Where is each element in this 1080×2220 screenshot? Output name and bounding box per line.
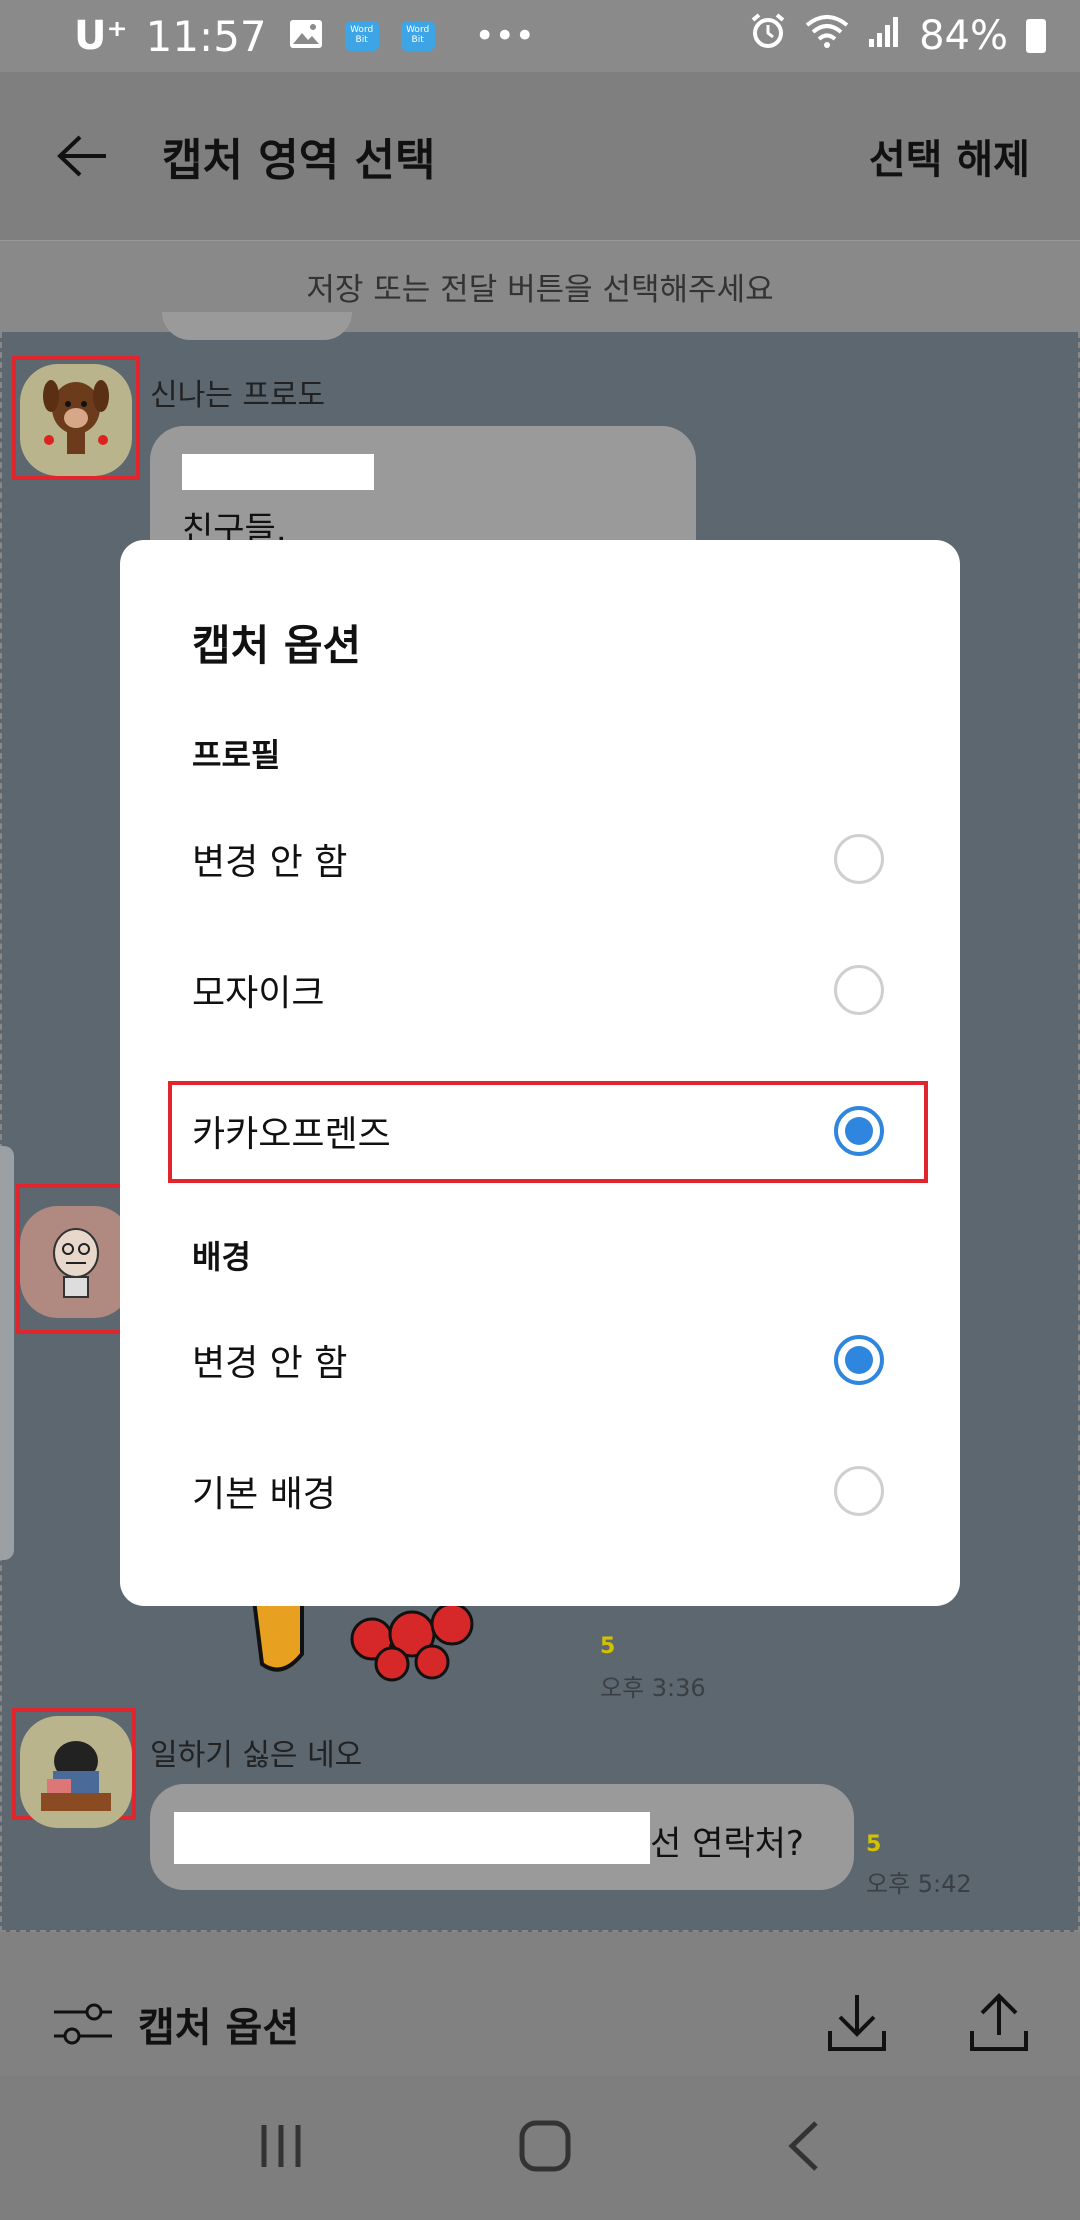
- deselect-button[interactable]: 선택 해제: [869, 127, 1030, 185]
- redacted-text: [182, 454, 374, 490]
- download-button[interactable]: [826, 1991, 888, 2057]
- radio-button[interactable]: [834, 965, 884, 1015]
- more-notifications-icon: •••: [474, 16, 535, 56]
- message-text: 선 연락처?: [650, 1824, 804, 1864]
- capture-options-label: 캡처 옵션: [138, 2005, 300, 2051]
- wifi-icon: [805, 13, 849, 59]
- section-background: 배경: [192, 1238, 251, 1276]
- gallery-icon: [289, 19, 323, 53]
- status-time: 11:57: [145, 11, 267, 61]
- radio-button-selected[interactable]: [834, 1335, 884, 1385]
- option-background-no-change[interactable]: 변경 안 함: [120, 1295, 960, 1425]
- share-icon: [970, 1993, 1028, 2051]
- option-label: 변경 안 함: [192, 1343, 348, 1384]
- option-label: 기본 배경: [192, 1474, 336, 1515]
- radio-button[interactable]: [834, 834, 884, 884]
- back-button[interactable]: [52, 126, 112, 186]
- option-label: 변경 안 함: [192, 842, 348, 883]
- message-bubble: 선 연락처?: [150, 1784, 854, 1890]
- signal-icon: [867, 13, 901, 59]
- capture-options-button[interactable]: 캡처 옵션: [52, 1995, 299, 2053]
- recent-apps-button[interactable]: [256, 2121, 306, 2175]
- download-icon: [828, 1995, 886, 2051]
- wordbit-icon: Word Bit: [344, 21, 379, 51]
- home-icon: [519, 2120, 571, 2172]
- home-button[interactable]: [518, 2119, 572, 2177]
- option-highlight-box: [168, 1081, 928, 1183]
- message-time: 오후 5:42: [866, 1870, 972, 1898]
- avatar: [20, 1716, 132, 1828]
- avatar: [20, 364, 132, 476]
- status-bar: U⁺ 11:57 Word Bit Word Bit ••• 84%: [0, 0, 1080, 72]
- edge-panel-handle[interactable]: [0, 1146, 14, 1560]
- share-button[interactable]: [968, 1991, 1030, 2057]
- back-nav-button[interactable]: [784, 2119, 824, 2177]
- arrow-left-icon: [57, 135, 106, 177]
- alarm-icon: [749, 12, 787, 60]
- unread-count: 5: [600, 1634, 616, 1659]
- redacted-text: [174, 1812, 650, 1864]
- sender-name: 신나는 프로도: [150, 378, 326, 413]
- bottom-toolbar: 캡처 옵션: [0, 1932, 1080, 2076]
- sliders-icon: [54, 2003, 112, 2045]
- avatar: [20, 1206, 132, 1318]
- page-title: 캡처 영역 선택: [162, 135, 436, 186]
- system-nav-bar: [0, 2076, 1080, 2220]
- sender-name: 일하기 싫은 네오: [150, 1738, 363, 1773]
- partial-bubble: [162, 312, 352, 340]
- carrier-label: U⁺: [74, 13, 128, 59]
- message-time: 오후 3:36: [600, 1674, 706, 1702]
- app-bar: 캡처 영역 선택 선택 해제: [0, 72, 1080, 240]
- option-profile-mosaic[interactable]: 모자이크: [120, 925, 960, 1055]
- wordbit-icon: Word Bit: [400, 21, 435, 51]
- option-label: 모자이크: [192, 973, 325, 1014]
- capture-options-dialog: 캡처 옵션 프로필 변경 안 함 모자이크 카카오프렌즈 배경 변경 안 함 기…: [120, 540, 960, 1606]
- option-background-default[interactable]: 기본 배경: [120, 1426, 960, 1556]
- battery-percent: 84%: [919, 13, 1008, 59]
- radio-button[interactable]: [834, 1466, 884, 1516]
- chevron-left-icon: [788, 2121, 818, 2171]
- recent-apps-icon: [261, 2125, 301, 2167]
- option-profile-no-change[interactable]: 변경 안 함: [120, 794, 960, 924]
- unread-count: 5: [866, 1832, 882, 1857]
- battery-icon: [1026, 19, 1046, 53]
- section-profile: 프로필: [192, 736, 281, 774]
- dialog-title: 캡처 옵션: [192, 621, 362, 670]
